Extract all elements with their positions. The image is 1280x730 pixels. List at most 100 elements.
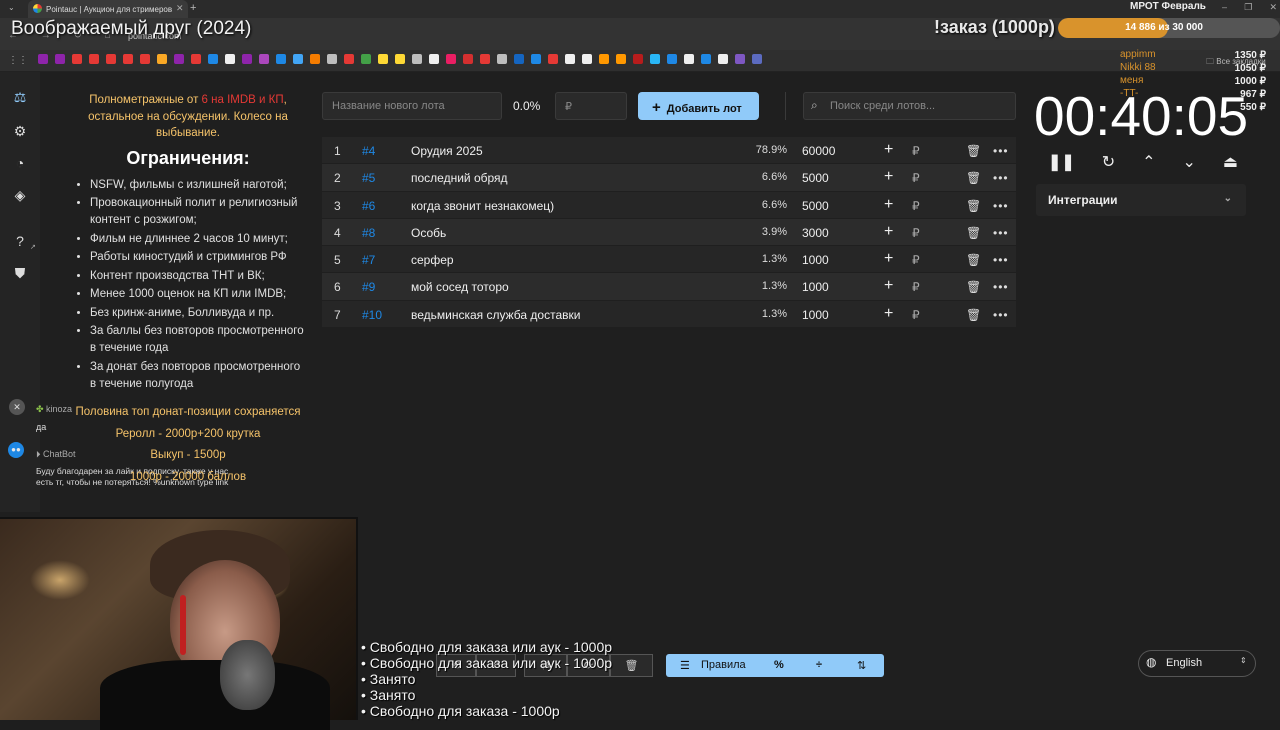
chevron-up-icon[interactable]: ⌃ bbox=[1142, 152, 1155, 172]
bookmark-favicon-icon[interactable] bbox=[531, 54, 541, 64]
trash-icon[interactable]: 🗑 bbox=[966, 199, 981, 213]
add-amount-icon[interactable]: + bbox=[884, 168, 893, 186]
trash-icon[interactable]: 🗑 bbox=[966, 280, 981, 294]
bookmark-favicon-icon[interactable] bbox=[259, 54, 269, 64]
bookmark-favicon-icon[interactable] bbox=[497, 54, 507, 64]
ruble-input-icon[interactable]: ₽ bbox=[912, 308, 920, 322]
add-lot-button[interactable]: + Добавить лот bbox=[638, 92, 759, 120]
new-lot-name-input[interactable]: Название нового лота bbox=[322, 92, 502, 120]
add-amount-icon[interactable]: + bbox=[884, 223, 893, 241]
ruble-input-icon[interactable]: ₽ bbox=[912, 144, 920, 158]
rules-button[interactable]: Правила bbox=[701, 659, 746, 671]
bookmark-favicon-icon[interactable] bbox=[463, 54, 473, 64]
bookmark-favicon-icon[interactable] bbox=[310, 54, 320, 64]
sort-icon[interactable]: ⇅ bbox=[857, 659, 866, 672]
more-icon[interactable]: ••• bbox=[993, 199, 1009, 213]
new-lot-amount-input[interactable]: ₽ bbox=[555, 92, 627, 120]
more-icon[interactable]: ••• bbox=[993, 171, 1009, 185]
more-icon[interactable]: ••• bbox=[993, 144, 1009, 158]
percent-toggle[interactable]: % bbox=[774, 659, 784, 671]
more-icon[interactable]: ••• bbox=[993, 226, 1009, 240]
ruble-input-icon[interactable]: ₽ bbox=[912, 171, 920, 185]
bookmark-favicon-icon[interactable] bbox=[616, 54, 626, 64]
lot-amount[interactable]: 1000 bbox=[802, 280, 829, 294]
bookmark-favicon-icon[interactable] bbox=[157, 54, 167, 64]
lot-name[interactable]: мой сосед тоторо bbox=[411, 280, 509, 294]
trash-icon[interactable]: 🗑 bbox=[966, 226, 981, 240]
pie-chart-icon[interactable]: ◔ bbox=[11, 154, 29, 172]
layers-icon[interactable]: ◈ bbox=[11, 186, 29, 204]
reset-icon[interactable]: ↻ bbox=[1102, 152, 1115, 172]
gavel-icon[interactable]: ⚖ bbox=[11, 88, 29, 106]
bookmark-favicon-icon[interactable] bbox=[72, 54, 82, 64]
bookmark-favicon-icon[interactable] bbox=[582, 54, 592, 64]
apps-grid-icon[interactable]: ⋮⋮ bbox=[8, 55, 28, 66]
trash-icon[interactable]: 🗑 bbox=[966, 144, 981, 158]
bookmark-favicon-icon[interactable] bbox=[191, 54, 201, 64]
bookmark-favicon-icon[interactable] bbox=[123, 54, 133, 64]
bookmark-favicon-icon[interactable] bbox=[38, 54, 48, 64]
bookmark-favicon-icon[interactable] bbox=[174, 54, 184, 64]
tab-close-icon[interactable]: ✕ bbox=[176, 3, 184, 14]
tab-search-icon[interactable]: ⌄ bbox=[8, 3, 15, 12]
bookmark-favicon-icon[interactable] bbox=[344, 54, 354, 64]
bookmark-favicon-icon[interactable] bbox=[412, 54, 422, 64]
bookmark-favicon-icon[interactable] bbox=[276, 54, 286, 64]
pause-icon[interactable]: ❚❚ bbox=[1048, 152, 1075, 172]
bookmark-favicon-icon[interactable] bbox=[293, 54, 303, 64]
bookmark-favicon-icon[interactable] bbox=[55, 54, 65, 64]
bookmark-favicon-icon[interactable] bbox=[752, 54, 762, 64]
bookmark-favicon-icon[interactable] bbox=[735, 54, 745, 64]
chat-close-icon[interactable]: ✕ bbox=[9, 399, 25, 415]
bookmark-favicon-icon[interactable] bbox=[599, 54, 609, 64]
split-icon[interactable]: ÷ bbox=[816, 659, 822, 671]
add-amount-icon[interactable]: + bbox=[884, 277, 893, 295]
bookmark-favicon-icon[interactable] bbox=[225, 54, 235, 64]
lot-name[interactable]: когда звонит незнакомец) bbox=[411, 199, 554, 213]
trash-icon[interactable]: 🗑 bbox=[966, 253, 981, 267]
gear-icon[interactable]: ⚙ bbox=[11, 122, 29, 140]
shield-icon[interactable]: ⛊ bbox=[11, 264, 29, 282]
lot-amount[interactable]: 3000 bbox=[802, 226, 829, 240]
new-tab-icon[interactable]: + bbox=[190, 2, 196, 14]
bookmark-favicon-icon[interactable] bbox=[667, 54, 677, 64]
bookmark-favicon-icon[interactable] bbox=[361, 54, 371, 64]
bookmark-favicon-icon[interactable] bbox=[89, 54, 99, 64]
bookmark-favicon-icon[interactable] bbox=[650, 54, 660, 64]
help-icon[interactable]: ? bbox=[11, 232, 29, 250]
bookmark-favicon-icon[interactable] bbox=[718, 54, 728, 64]
eject-icon[interactable]: ⏏ bbox=[1223, 152, 1238, 172]
bookmark-favicon-icon[interactable] bbox=[395, 54, 405, 64]
clear-list-icon[interactable]: 🗑 bbox=[610, 654, 653, 677]
browser-tab-active[interactable]: Pointauc | Аукцион для стримеров bbox=[28, 0, 188, 18]
bookmark-favicon-icon[interactable] bbox=[106, 54, 116, 64]
bookmark-favicon-icon[interactable] bbox=[701, 54, 711, 64]
search-lots-input[interactable]: Поиск среди лотов... bbox=[803, 92, 1016, 120]
bookmark-favicon-icon[interactable] bbox=[514, 54, 524, 64]
minimize-icon[interactable]: – bbox=[1222, 2, 1227, 13]
lot-amount[interactable]: 1000 bbox=[802, 308, 829, 322]
more-icon[interactable]: ••• bbox=[993, 280, 1009, 294]
bookmark-favicon-icon[interactable] bbox=[327, 54, 337, 64]
trash-icon[interactable]: 🗑 bbox=[966, 171, 981, 185]
bookmark-favicon-icon[interactable] bbox=[378, 54, 388, 64]
more-icon[interactable]: ••• bbox=[993, 308, 1009, 322]
lot-name[interactable]: ведьминская служба доставки bbox=[411, 308, 580, 322]
trash-icon[interactable]: 🗑 bbox=[966, 308, 981, 322]
add-amount-icon[interactable]: + bbox=[884, 196, 893, 214]
lot-name[interactable]: Орудия 2025 bbox=[411, 144, 483, 158]
ruble-input-icon[interactable]: ₽ bbox=[912, 280, 920, 294]
close-window-icon[interactable]: ✕ bbox=[1269, 2, 1277, 13]
bookmark-favicon-icon[interactable] bbox=[242, 54, 252, 64]
bookmark-favicon-icon[interactable] bbox=[208, 54, 218, 64]
add-amount-icon[interactable]: + bbox=[884, 250, 893, 268]
chevron-down-icon[interactable]: ⌄ bbox=[1182, 152, 1195, 172]
integrations-accordion[interactable]: Интеграции ⌄ bbox=[1036, 184, 1246, 216]
lot-name[interactable]: последний обряд bbox=[411, 171, 508, 185]
ruble-input-icon[interactable]: ₽ bbox=[912, 253, 920, 267]
lot-name[interactable]: Особь bbox=[411, 226, 446, 240]
lot-amount[interactable]: 5000 bbox=[802, 171, 829, 185]
add-amount-icon[interactable]: + bbox=[884, 305, 893, 323]
ruble-input-icon[interactable]: ₽ bbox=[912, 226, 920, 240]
bookmark-favicon-icon[interactable] bbox=[633, 54, 643, 64]
